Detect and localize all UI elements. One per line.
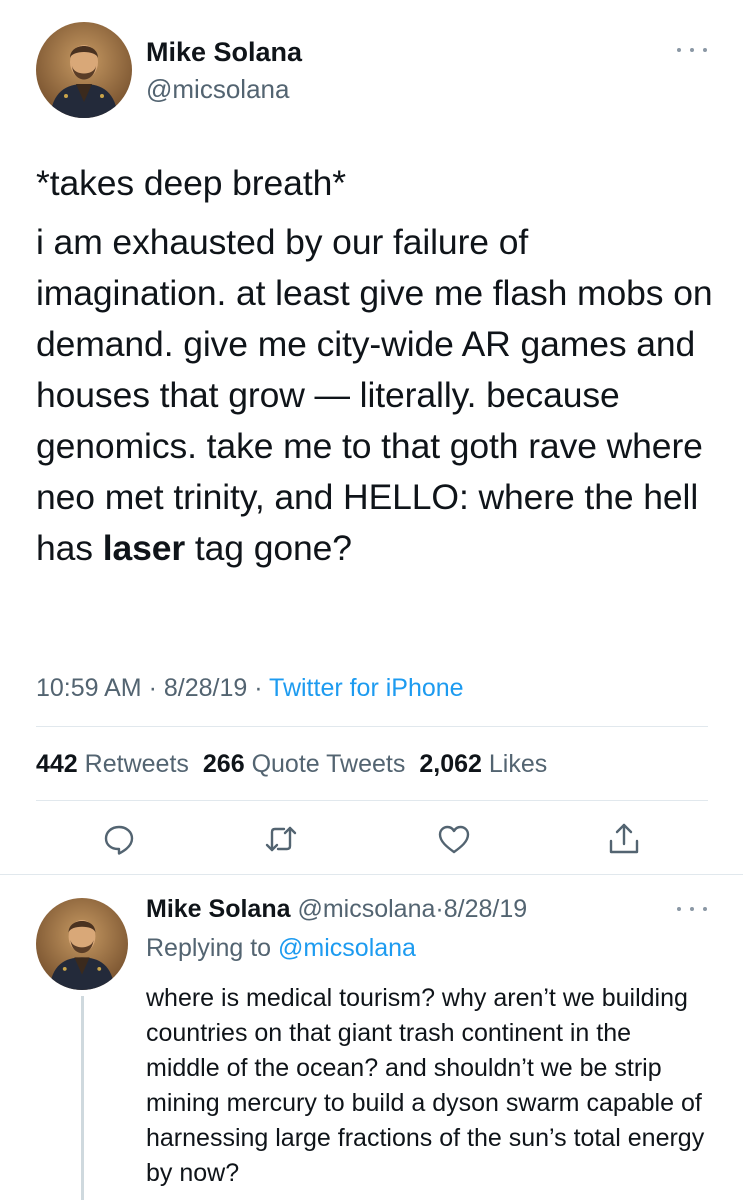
like-icon[interactable] xyxy=(437,823,471,857)
reply-author-handle[interactable]: @micsolana xyxy=(297,895,435,923)
reply-header: Mike Solana @micsolana·8/28/19 xyxy=(146,895,528,923)
reply-author-avatar[interactable] xyxy=(36,898,128,990)
tweet-stats: 442 Retweets 266 Quote Tweets 2,062 Likes xyxy=(36,750,547,779)
replying-to: Replying to @micsolana xyxy=(146,934,416,962)
divider xyxy=(36,800,708,801)
share-icon[interactable] xyxy=(607,821,641,855)
replying-to-mention[interactable]: @micsolana xyxy=(278,934,416,962)
bold-word: laser xyxy=(102,528,186,568)
section-divider xyxy=(0,874,743,875)
reply-text: where is medical tourism? why aren’t we … xyxy=(146,984,705,1187)
reply-ellipsis-icon[interactable] xyxy=(677,904,707,914)
reply-date[interactable]: 8/28/19 xyxy=(444,895,527,923)
ellipsis-icon[interactable] xyxy=(677,45,707,55)
tweet-meta: 10:59 AM · 8/28/19 · Twitter for iPhone xyxy=(36,674,464,702)
tweet-text: *takes deep breath* i am exhausted by ou… xyxy=(36,158,726,574)
reply-author-name[interactable]: Mike Solana xyxy=(146,895,291,923)
retweet-icon[interactable] xyxy=(264,822,298,856)
author-handle[interactable]: @micsolana xyxy=(146,74,289,105)
tweet-source-link[interactable]: Twitter for iPhone xyxy=(269,674,464,702)
divider xyxy=(36,726,708,727)
reply-icon[interactable] xyxy=(102,822,136,856)
tweet-date: 8/28/19 xyxy=(163,674,248,702)
author-avatar[interactable] xyxy=(36,22,132,118)
thread-line xyxy=(81,996,84,1200)
retweets-stat[interactable]: 442 Retweets xyxy=(36,750,189,778)
author-name[interactable]: Mike Solana xyxy=(146,37,302,68)
tweet-time: 10:59 AM xyxy=(36,674,142,702)
tweet-text-paragraph: i am exhausted by our failure of imagina… xyxy=(36,222,713,568)
quote-tweets-stat[interactable]: 266 Quote Tweets xyxy=(203,750,405,778)
likes-stat[interactable]: 2,062 Likes xyxy=(419,750,547,778)
tweet-text-line1: *takes deep breath* xyxy=(36,163,346,203)
